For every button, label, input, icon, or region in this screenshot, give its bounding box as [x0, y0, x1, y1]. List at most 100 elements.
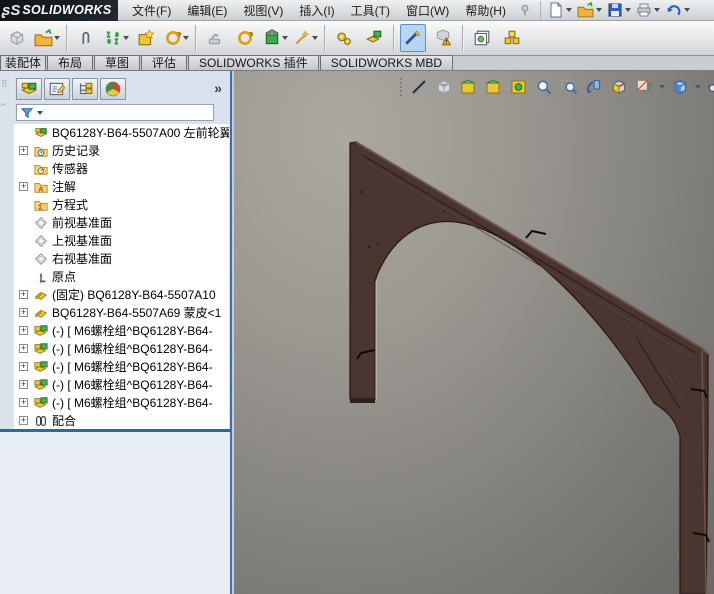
tree-item-bolt-group-3[interactable]: (-) [ M6螺栓组^BQ6128Y-B64-: [14, 358, 229, 376]
graphics-viewport[interactable]: [234, 71, 714, 594]
expand-toggle[interactable]: [19, 398, 28, 407]
expand-toggle[interactable]: [19, 344, 28, 353]
tab-layout[interactable]: 布局: [47, 55, 93, 70]
menu-insert[interactable]: 插入(I): [299, 2, 334, 19]
tree-item-annotations[interactable]: 注解: [14, 178, 229, 196]
expand-toggle[interactable]: [19, 326, 28, 335]
sensors-folder-icon: [34, 162, 48, 176]
tree-item-component-skin[interactable]: BQ6128Y-B64-5507A69 蒙皮<1: [14, 304, 229, 322]
history-folder-icon: [34, 144, 48, 158]
undo-dropdown[interactable]: [684, 8, 690, 12]
menu-file[interactable]: 文件(F): [132, 2, 171, 19]
filter-funnel-icon: [20, 106, 34, 120]
save-dropdown[interactable]: [625, 8, 631, 12]
tab-evaluate[interactable]: 评估: [141, 55, 187, 70]
new-document-button[interactable]: [547, 1, 573, 19]
toolbar-separator: [66, 25, 67, 51]
undo-button[interactable]: [664, 1, 691, 20]
origin-icon: [34, 270, 48, 284]
tree-item-mates[interactable]: 配合: [14, 412, 229, 429]
tab-sketch[interactable]: 草图: [94, 55, 140, 70]
featuremanager-tree-tab[interactable]: [16, 78, 42, 100]
subassembly-icon: [34, 324, 48, 338]
menu-view[interactable]: 视图(V): [243, 2, 283, 19]
tree-item-sensors[interactable]: 传感器: [14, 160, 229, 178]
panel-lower-area: [0, 432, 230, 594]
tree-item-root[interactable]: BQ6128Y-B64-5507A00 左前轮翼板: [14, 124, 229, 142]
tab-solidworks-mbd[interactable]: SOLIDWORKS MBD: [320, 55, 453, 70]
tree-item-component-fixed[interactable]: (固定) BQ6128Y-B64-5507A10: [14, 286, 229, 304]
propertymanager-tab[interactable]: [44, 78, 70, 100]
configurationmanager-tab[interactable]: [72, 78, 98, 100]
expand-toggle[interactable]: [19, 182, 28, 191]
new-document-dropdown[interactable]: [566, 8, 572, 12]
new-document-icon: [548, 2, 564, 18]
tree-item-history[interactable]: 历史记录: [14, 142, 229, 160]
edit-component-icon[interactable]: [400, 24, 426, 52]
expand-toggle[interactable]: [19, 308, 28, 317]
assembly-cube-icon[interactable]: [4, 24, 30, 52]
print-dropdown[interactable]: [654, 8, 660, 12]
menu-help[interactable]: 帮助(H): [465, 2, 506, 19]
equations-folder-icon: [34, 198, 48, 212]
tree-item-bolt-group-1[interactable]: (-) [ M6螺栓组^BQ6128Y-B64-: [14, 322, 229, 340]
insert-component-icon[interactable]: [34, 24, 60, 52]
tree-filter-input[interactable]: [16, 104, 214, 121]
tree-item-bolt-group-5[interactable]: (-) [ M6螺栓组^BQ6128Y-B64-: [14, 394, 229, 412]
move-component-icon[interactable]: [202, 24, 228, 52]
expand-toggle[interactable]: [19, 416, 28, 425]
tab-solidworks-addins[interactable]: SOLIDWORKS 插件: [188, 55, 319, 70]
tab-assembly[interactable]: 装配体: [0, 55, 46, 70]
save-icon: [607, 2, 623, 18]
circular-pattern-icon[interactable]: [163, 24, 189, 52]
expand-toggle[interactable]: [19, 380, 28, 389]
feature-manager-panel: ⠿ ⌐ » BQ6128Y-B64-5507A00 左前轮翼板: [0, 71, 232, 594]
menu-pin-icon[interactable]: [516, 1, 534, 19]
clipped-icon-fragment: ⠿: [1, 79, 8, 90]
attachment-icon[interactable]: [73, 24, 99, 52]
show-hidden-components-icon[interactable]: [361, 24, 387, 52]
tree-item-bolt-group-4[interactable]: (-) [ M6螺栓组^BQ6128Y-B64-: [14, 376, 229, 394]
toolbar-separator: [462, 25, 463, 51]
expand-toggle[interactable]: [19, 146, 28, 155]
menu-tools[interactable]: 工具(T): [351, 2, 390, 19]
snapshot-icon[interactable]: [469, 24, 495, 52]
tree-item-front-plane[interactable]: 前视基准面: [14, 214, 229, 232]
save-button[interactable]: [606, 1, 632, 19]
panel-expand-button[interactable]: »: [214, 80, 222, 96]
tree-item-bolt-group-2[interactable]: (-) [ M6螺栓组^BQ6128Y-B64-: [14, 340, 229, 358]
tree-item-origin[interactable]: 原点: [14, 268, 229, 286]
print-button[interactable]: [635, 1, 661, 19]
tree-item-equations[interactable]: 方程式: [14, 196, 229, 214]
subassembly-icon: [34, 396, 48, 410]
tree-item-top-plane[interactable]: 上视基准面: [14, 232, 229, 250]
main-area: ⠿ ⌐ » BQ6128Y-B64-5507A00 左前轮翼板: [0, 71, 714, 594]
ds-swoosh-icon: ʂS: [2, 2, 20, 19]
expand-toggle[interactable]: [19, 290, 28, 299]
filter-dropdown[interactable]: [37, 111, 43, 115]
annotations-folder-icon: [34, 180, 48, 194]
smart-fasteners-icon[interactable]: [133, 24, 159, 52]
assembly-visualization-warning-icon[interactable]: [430, 24, 456, 52]
assembly-settings-icon[interactable]: [331, 24, 357, 52]
rotate-component-icon[interactable]: [232, 24, 258, 52]
open-dropdown[interactable]: [596, 8, 602, 12]
wheel-arch-panel[interactable]: [350, 142, 708, 594]
part-icon: [34, 288, 48, 302]
open-button[interactable]: [576, 1, 603, 20]
smart-components-icon[interactable]: [292, 24, 318, 52]
print-icon: [636, 2, 652, 18]
displaymanager-tab[interactable]: [100, 78, 126, 100]
menu-edit[interactable]: 编辑(E): [187, 2, 227, 19]
part-icon: [34, 306, 48, 320]
mates-paperclip-icon: [34, 414, 48, 428]
model-3d[interactable]: [234, 71, 714, 594]
tree-item-right-plane[interactable]: 右视基准面: [14, 250, 229, 268]
mate-icon[interactable]: [103, 24, 129, 52]
exploded-view-icon[interactable]: [499, 24, 525, 52]
menu-window[interactable]: 窗口(W): [406, 2, 449, 19]
expand-toggle[interactable]: [19, 362, 28, 371]
toolbar-separator: [324, 25, 325, 51]
replace-components-icon[interactable]: [262, 24, 288, 52]
subassembly-icon: [34, 342, 48, 356]
